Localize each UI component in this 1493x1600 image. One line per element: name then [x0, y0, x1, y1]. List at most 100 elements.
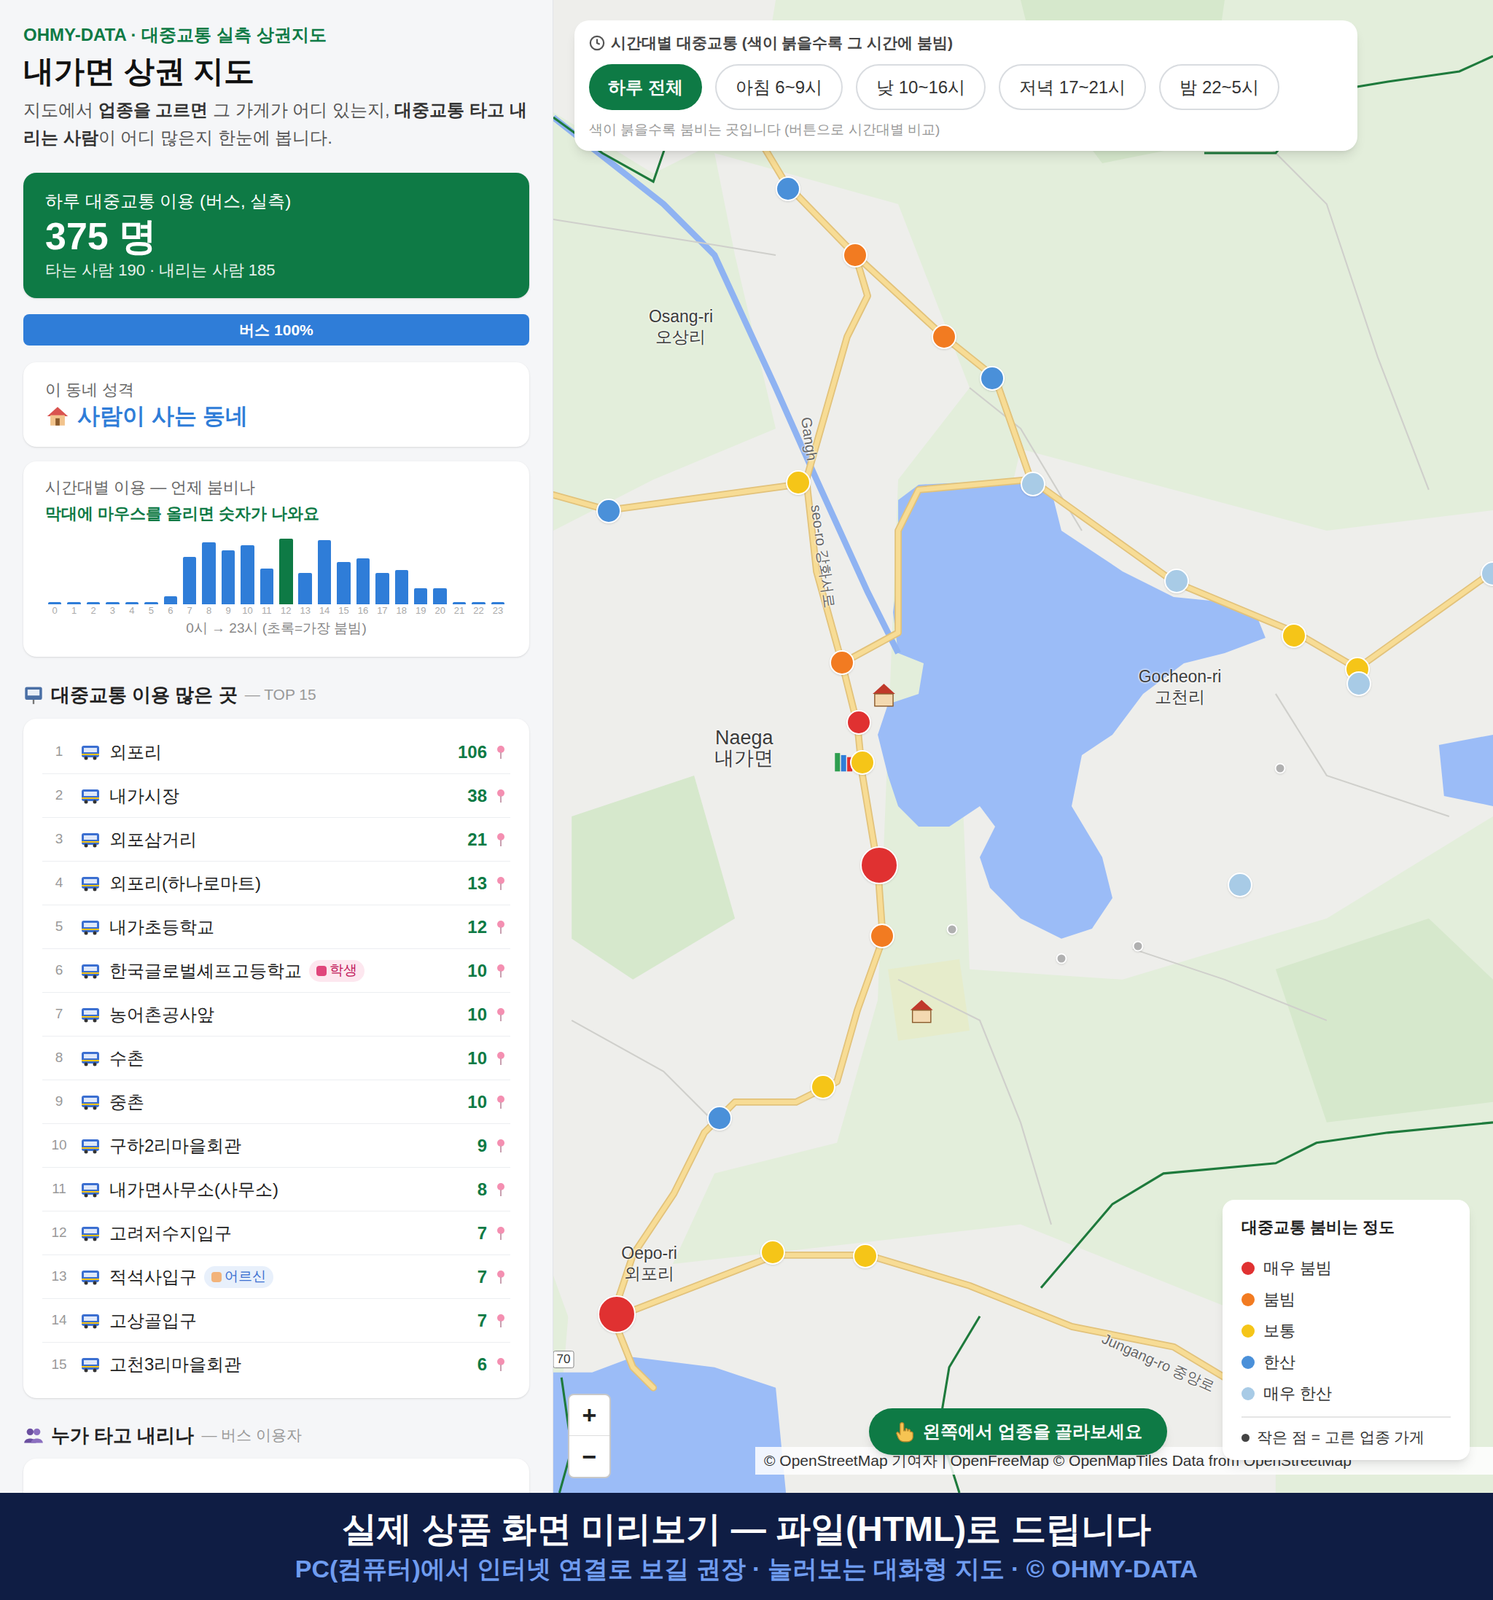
hour-bar[interactable]	[67, 602, 81, 605]
hour-bar[interactable]	[298, 572, 312, 605]
hour-bar[interactable]	[356, 558, 370, 605]
hour-column[interactable]	[237, 538, 257, 605]
hour-bar[interactable]	[105, 602, 119, 605]
hour-column[interactable]	[276, 538, 296, 605]
stop-row[interactable]: 10구하2리마을회관9	[42, 1124, 511, 1168]
stop-row[interactable]: 14고상골입구7	[42, 1299, 511, 1343]
bus-stop-dot[interactable]	[785, 470, 811, 495]
hour-column[interactable]	[333, 538, 353, 605]
stop-row[interactable]: 4외포리(하나로마트)13	[42, 861, 511, 906]
hour-bar[interactable]	[164, 596, 178, 605]
hour-bar[interactable]	[182, 556, 197, 605]
time-button[interactable]: 저녁 17~21시	[998, 64, 1146, 111]
pin-icon-wrap[interactable]	[495, 745, 506, 760]
bus-stop-dot[interactable]	[597, 1295, 636, 1334]
pin-icon-wrap[interactable]	[495, 832, 506, 848]
hour-bar[interactable]	[433, 588, 447, 606]
hour-column[interactable]	[141, 538, 161, 605]
stop-row[interactable]: 7농어촌공사앞10	[42, 992, 511, 1037]
stop-row[interactable]: 12고려저수지입구7	[42, 1211, 511, 1256]
bus-stop-dot[interactable]	[1480, 561, 1493, 587]
hour-bar[interactable]	[336, 562, 350, 606]
hour-column[interactable]	[122, 538, 142, 605]
bus-stop-dot[interactable]	[979, 365, 1005, 391]
pin-icon-wrap[interactable]	[495, 1094, 506, 1110]
bus-stop-dot[interactable]	[707, 1105, 732, 1131]
hour-bar[interactable]	[201, 542, 216, 606]
bus-stop-dot[interactable]	[842, 242, 868, 268]
hour-bar[interactable]	[279, 538, 293, 605]
hour-bar[interactable]	[317, 540, 331, 605]
bus-stop-dot[interactable]	[1346, 671, 1372, 697]
hour-column[interactable]	[199, 538, 218, 605]
bus-stop-dot[interactable]	[931, 324, 957, 350]
bus-stop-dot[interactable]	[1164, 568, 1190, 594]
bus-stop-dot[interactable]	[846, 710, 872, 735]
bus-stop-dot[interactable]	[850, 750, 875, 775]
bus-stop-dot[interactable]	[1020, 471, 1046, 497]
pin-icon-wrap[interactable]	[495, 1051, 506, 1066]
zoom-out-button[interactable]: −	[569, 1436, 610, 1477]
pin-icon-wrap[interactable]	[495, 788, 506, 804]
bus-stop-dot[interactable]	[852, 1243, 878, 1269]
zoom-in-button[interactable]: +	[569, 1395, 610, 1437]
stop-row[interactable]: 8수촌10	[42, 1036, 511, 1081]
shop-dot[interactable]	[1056, 952, 1068, 964]
hour-column[interactable]	[45, 538, 65, 605]
hour-bar[interactable]	[48, 602, 62, 605]
hour-bar[interactable]	[144, 602, 158, 605]
pin-icon-wrap[interactable]	[495, 1138, 506, 1154]
hour-column[interactable]	[180, 538, 200, 605]
hour-bar[interactable]	[452, 602, 466, 605]
hour-bar[interactable]	[414, 588, 428, 606]
hour-bar[interactable]	[260, 568, 274, 606]
hour-column[interactable]	[64, 538, 84, 605]
shop-dot[interactable]	[1274, 763, 1286, 775]
shop-dot[interactable]	[1132, 940, 1144, 952]
time-button[interactable]: 낮 10~16시	[855, 64, 986, 111]
bus-stop-dot[interactable]	[760, 1240, 786, 1265]
hour-column[interactable]	[83, 538, 103, 605]
pin-icon-wrap[interactable]	[495, 1226, 506, 1241]
hour-column[interactable]	[257, 538, 277, 605]
stop-row[interactable]: 13적석사입구어르신7	[42, 1255, 511, 1300]
map[interactable]: Osang-ri오상리Naega내가면Gocheon-ri고천리Oepo-ri외…	[553, 0, 1493, 1493]
stop-row[interactable]: 9중촌10	[42, 1080, 511, 1125]
hour-column[interactable]	[449, 538, 469, 605]
pin-icon-wrap[interactable]	[495, 1357, 506, 1372]
stop-row[interactable]: 5내가초등학교12	[42, 905, 511, 950]
pin-icon-wrap[interactable]	[495, 920, 506, 935]
bus-stop-dot[interactable]	[775, 176, 801, 202]
time-button[interactable]: 밤 22~5시	[1159, 64, 1280, 111]
stop-row[interactable]: 3외포삼거리21	[42, 817, 511, 862]
hour-column[interactable]	[102, 538, 122, 605]
bus-stop-dot[interactable]	[810, 1074, 836, 1100]
hour-bar[interactable]	[125, 602, 139, 605]
hour-column[interactable]	[161, 538, 181, 605]
hour-bar[interactable]	[491, 602, 505, 605]
pin-icon-wrap[interactable]	[495, 1313, 506, 1329]
hour-column[interactable]	[372, 538, 392, 605]
hour-column[interactable]	[430, 538, 450, 605]
pin-icon-wrap[interactable]	[495, 1269, 506, 1285]
pin-icon-wrap[interactable]	[495, 876, 506, 891]
bus-stop-dot[interactable]	[869, 923, 895, 949]
bus-stop-dot[interactable]	[860, 846, 899, 885]
hour-bar[interactable]	[395, 570, 409, 605]
hour-column[interactable]	[295, 538, 315, 605]
hour-column[interactable]	[468, 538, 488, 605]
hour-bar[interactable]	[86, 602, 100, 605]
bus-stop-dot[interactable]	[1281, 623, 1307, 649]
time-button[interactable]: 아침 6~9시	[715, 64, 843, 111]
stop-row[interactable]: 1외포리106	[42, 730, 511, 775]
stop-row[interactable]: 15고천3리마을회관6	[42, 1342, 511, 1387]
hour-bar[interactable]	[375, 572, 389, 605]
hour-column[interactable]	[218, 538, 238, 605]
pin-icon-wrap[interactable]	[495, 1182, 506, 1198]
stop-row[interactable]: 11내가면사무소(사무소)8	[42, 1167, 511, 1212]
hour-bar[interactable]	[240, 545, 254, 605]
bus-stop-dot[interactable]	[596, 498, 622, 524]
hour-column[interactable]	[314, 538, 334, 605]
hour-column[interactable]	[353, 538, 373, 605]
hour-column[interactable]	[392, 538, 412, 605]
